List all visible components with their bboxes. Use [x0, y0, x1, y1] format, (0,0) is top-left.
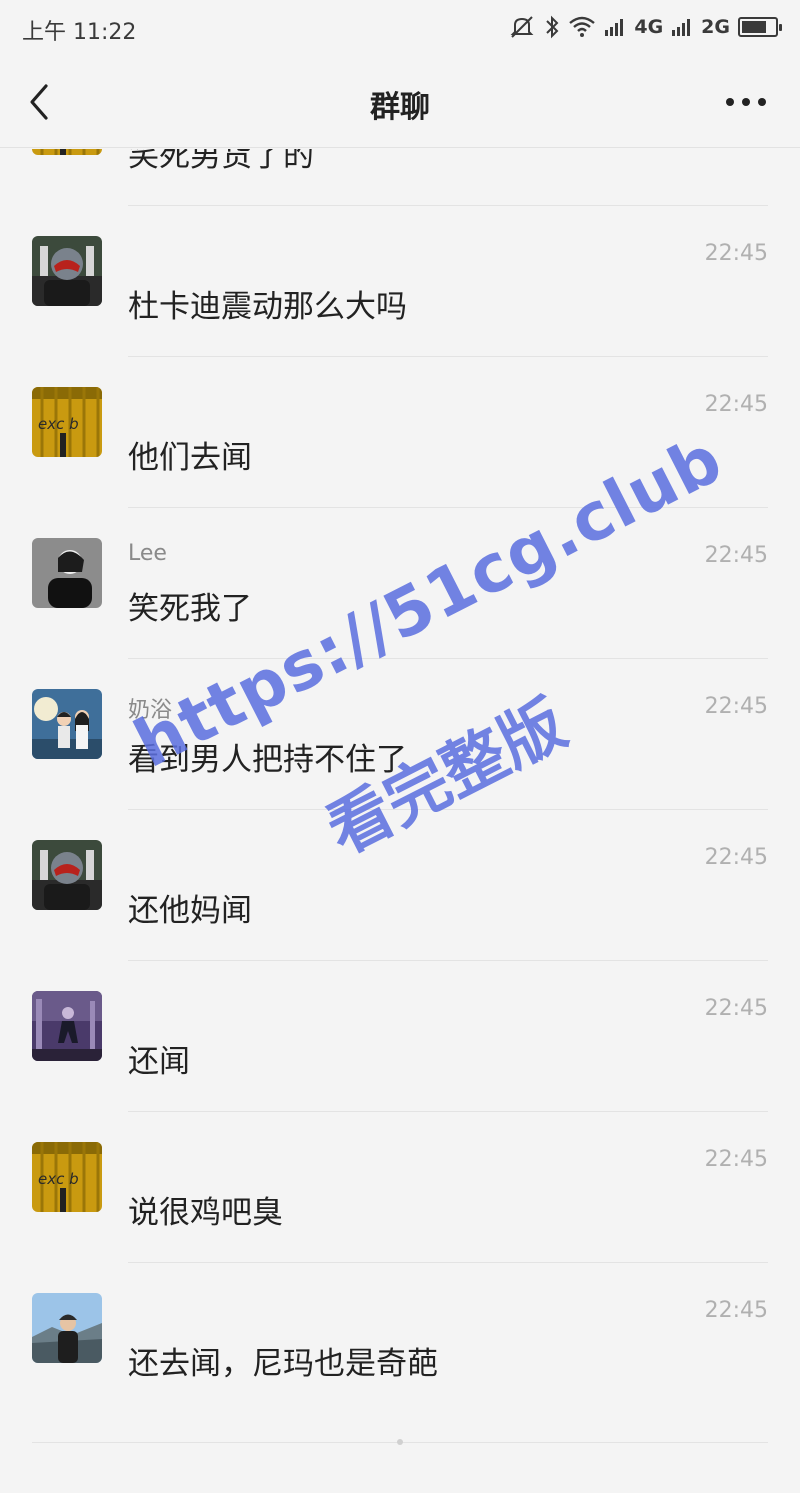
- message-text: 笑死我了: [128, 591, 252, 627]
- message-item[interactable]: exc b 笑死男货了的: [0, 149, 800, 206]
- yellow-club-avatar[interactable]: exc b: [32, 149, 102, 155]
- message-text: 杜卡迪震动那么大吗: [128, 289, 407, 325]
- message-text: 看到男人把持不住了: [128, 742, 407, 778]
- message-text: 还去闻，尼玛也是奇葩: [128, 1346, 438, 1382]
- sender-name: 奶浴: [128, 698, 173, 723]
- status-icons: 4G 2G: [508, 12, 782, 42]
- message-item[interactable]: Lee 笑死我了 22:45: [0, 508, 800, 659]
- battery-level: [742, 21, 766, 33]
- message-time: 22:45: [704, 241, 768, 266]
- message-item[interactable]: exc b 他们去闻 22:45: [0, 357, 800, 508]
- network-label-2: 2G: [701, 16, 730, 38]
- silent-alarm-icon: [508, 14, 536, 40]
- scroll-indicator: [397, 1439, 403, 1445]
- yellow-club-avatar[interactable]: exc b: [32, 1142, 102, 1212]
- message-text: 说很鸡吧臭: [128, 1195, 283, 1231]
- message-time: 22:45: [704, 845, 768, 870]
- message-time: 22:45: [704, 543, 768, 568]
- helmet-avatar[interactable]: [32, 840, 102, 910]
- gray-portrait-avatar[interactable]: [32, 538, 102, 608]
- couple-moon-avatar[interactable]: [32, 689, 102, 759]
- message-item[interactable]: 还闻 22:45: [0, 961, 800, 1112]
- more-button[interactable]: [726, 92, 766, 112]
- message-item[interactable]: 还去闻，尼玛也是奇葩 22:45: [0, 1263, 800, 1414]
- message-list[interactable]: exc b笑死男货了的杜卡迪震动那么大吗22:45exc b他们去闻22:45L…: [0, 149, 800, 1493]
- message-time: 22:45: [704, 1147, 768, 1172]
- purple-night-avatar[interactable]: [32, 991, 102, 1061]
- yellow-club-avatar[interactable]: exc b: [32, 387, 102, 457]
- message-text: 还闻: [128, 1044, 190, 1080]
- message-time: 22:45: [704, 996, 768, 1021]
- message-item[interactable]: 还他妈闻 22:45: [0, 810, 800, 961]
- message-text: 他们去闻: [128, 440, 252, 476]
- battery-icon: [738, 17, 782, 37]
- message-item[interactable]: 杜卡迪震动那么大吗 22:45: [0, 206, 800, 357]
- status-bar: 上午 11:22 4G 2G: [0, 0, 800, 56]
- signal-icon: [604, 17, 626, 37]
- signal-icon: [671, 17, 693, 37]
- message-time: 22:45: [704, 392, 768, 417]
- sky-portrait-avatar[interactable]: [32, 1293, 102, 1363]
- message-text: 还他妈闻: [128, 893, 252, 929]
- message-time: 22:45: [704, 694, 768, 719]
- nav-bar: 群聊: [0, 56, 800, 148]
- message-text: 笑死男货了的: [128, 149, 314, 174]
- svg-text:exc b: exc b: [38, 415, 79, 433]
- sender-name: Lee: [128, 541, 167, 566]
- wifi-icon: [568, 15, 596, 39]
- bluetooth-icon: [544, 14, 560, 40]
- svg-text:exc b: exc b: [38, 1170, 79, 1188]
- more-dots-icon: [726, 98, 734, 106]
- network-label-1: 4G: [634, 16, 664, 38]
- message-item[interactable]: exc b 说很鸡吧臭 22:45: [0, 1112, 800, 1263]
- page-title: 群聊: [370, 90, 430, 125]
- status-time: 上午 11:22: [22, 20, 137, 45]
- helmet-avatar[interactable]: [32, 236, 102, 306]
- message-time: 22:45: [704, 1298, 768, 1323]
- message-item[interactable]: 奶浴看到男人把持不住了 22:45: [0, 659, 800, 810]
